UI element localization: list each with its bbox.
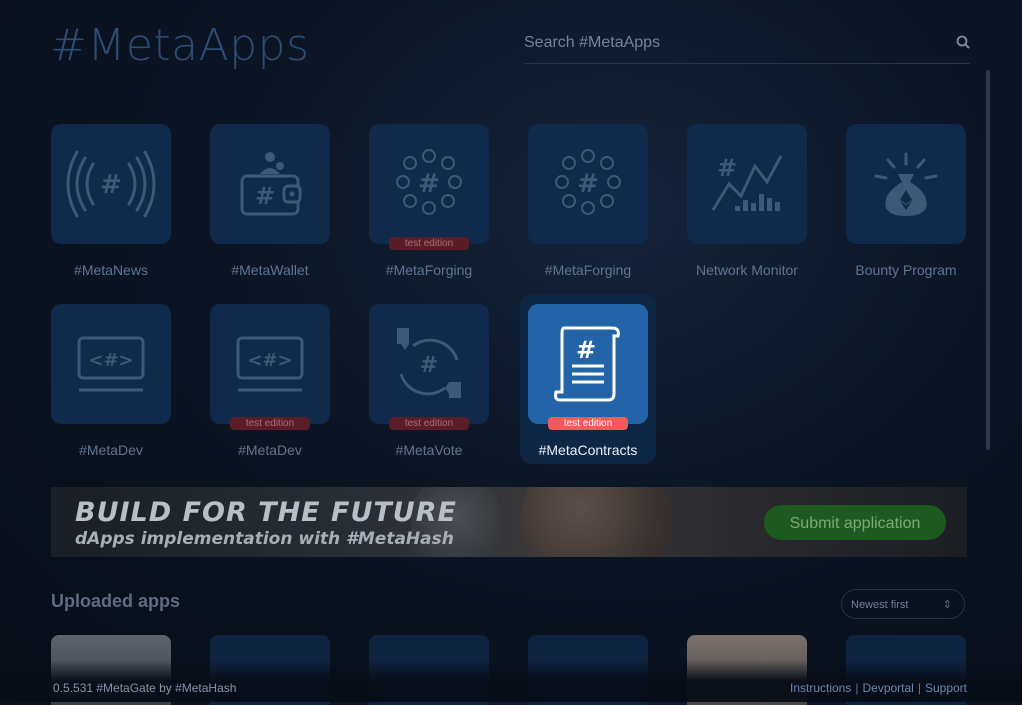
app-label: #MetaForging: [544, 262, 632, 278]
banner-subtitle: dApps implementation with #MetaHash: [75, 529, 454, 549]
contract-scroll-icon: #: [554, 326, 620, 402]
broadcast-icon: #: [66, 150, 156, 218]
forging-ring-icon: #: [555, 149, 621, 215]
wallet-icon: #: [240, 152, 302, 216]
footer-separator: |: [855, 681, 859, 695]
page-title: #MetaApps: [50, 20, 310, 71]
test-edition-badge: test edition: [389, 237, 469, 250]
code-monitor-icon: <#>: [236, 336, 304, 392]
footer-separator: |: [917, 681, 921, 695]
svg-text:#: #: [418, 169, 440, 199]
network-chart-icon: #: [711, 154, 783, 211]
version-text: 0.5.531 #MetaGate by #MetaHash: [53, 681, 237, 695]
svg-text:#: #: [100, 170, 122, 200]
svg-text:<#>: <#>: [88, 350, 133, 371]
devportal-link[interactable]: Devportal: [862, 681, 913, 695]
app-label: #MetaContracts: [538, 442, 638, 458]
search-icon[interactable]: [956, 35, 970, 49]
app-tile-metanews[interactable]: #: [51, 124, 171, 244]
svg-text:#: #: [576, 336, 596, 364]
app-label: #MetaNews: [74, 262, 148, 278]
money-bag-icon: [874, 152, 938, 216]
app-tile-metadev-test[interactable]: <#> test edition: [210, 304, 330, 430]
code-monitor-icon: <#>: [77, 336, 145, 392]
app-tile-metavote[interactable]: # test edition: [369, 304, 489, 430]
app-label: #MetaWallet: [231, 262, 309, 278]
app-label: Network Monitor: [696, 262, 798, 278]
app-tile-network-monitor[interactable]: #: [687, 124, 807, 244]
test-edition-badge: test edition: [389, 417, 469, 430]
svg-text:<#>: <#>: [247, 350, 292, 371]
app-label: #MetaForging: [385, 262, 473, 278]
svg-text:#: #: [577, 169, 599, 199]
vote-thumbs-icon: #: [397, 328, 461, 398]
app-tile-metaforging[interactable]: #: [528, 124, 648, 244]
svg-text:#: #: [717, 154, 737, 182]
app-tile-metaforging-test[interactable]: # test edition: [369, 124, 489, 250]
svg-text:#: #: [255, 182, 275, 210]
test-edition-badge: test edition: [548, 417, 628, 430]
search-bar: [524, 28, 970, 64]
search-input[interactable]: [524, 28, 944, 58]
support-link[interactable]: Support: [925, 681, 967, 695]
planet-graphic: [521, 487, 671, 557]
chevron-updown-icon: ⇕: [942, 599, 952, 611]
sort-value: Newest first: [851, 599, 909, 611]
uploaded-apps-heading: Uploaded apps: [51, 591, 181, 611]
forging-ring-icon: #: [396, 149, 462, 215]
app-tile-metawallet[interactable]: #: [210, 124, 330, 244]
banner-title: BUILD FOR THE FUTURE: [75, 497, 457, 528]
app-label: #MetaDev: [238, 442, 302, 458]
sort-select[interactable]: Newest first ⇕: [841, 589, 965, 619]
app-label: Bounty Program: [855, 262, 957, 278]
app-tile-metadev[interactable]: <#>: [51, 304, 171, 424]
svg-text:#: #: [420, 353, 438, 378]
scrollbar[interactable]: [986, 70, 990, 450]
footer-links: Instructions | Devportal | Support: [790, 681, 967, 695]
app-label: #MetaVote: [395, 442, 463, 458]
test-edition-badge: test edition: [230, 417, 310, 430]
app-tile-bounty-program[interactable]: [846, 124, 966, 244]
app-tile-metacontracts[interactable]: # test edition: [528, 304, 648, 430]
submit-application-button[interactable]: Submit application: [764, 505, 946, 540]
app-label: #MetaDev: [79, 442, 143, 458]
instructions-link[interactable]: Instructions: [790, 681, 851, 695]
promo-banner: BUILD FOR THE FUTURE dApps implementatio…: [51, 487, 967, 557]
